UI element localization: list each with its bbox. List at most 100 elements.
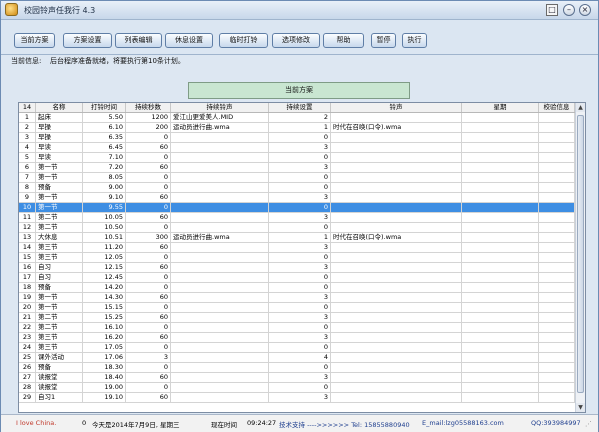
restore-icon[interactable]: □ <box>546 4 558 16</box>
minimize-icon[interactable]: – <box>563 4 575 16</box>
table-row[interactable]: 5 早读 7.10 0 0 <box>19 153 575 163</box>
toolbar: 当前方案 方案设置 列表编辑 休息设置 临时打铃 选项修改 帮助 暂停 执行 <box>1 20 598 54</box>
row-setting: 0 <box>269 133 331 143</box>
table-row[interactable]: 20 第一节 15.15 0 0 <box>19 303 575 313</box>
row-setting: 0 <box>269 203 331 213</box>
table-row[interactable]: 9 第一节 9.10 60 3 <box>19 193 575 203</box>
table-row[interactable]: 27 读报堂 18.40 60 3 <box>19 373 575 383</box>
close-icon[interactable]: × <box>579 4 591 16</box>
row-setting: 0 <box>269 303 331 313</box>
table-row[interactable]: 23 第三节 16.20 60 3 <box>19 333 575 343</box>
row-bell <box>331 203 462 213</box>
help-button[interactable]: 帮助 <box>323 33 364 48</box>
table-row[interactable]: 17 自习 12.45 0 0 <box>19 273 575 283</box>
column-header[interactable]: 打铃时间 <box>83 103 126 112</box>
table-row[interactable]: 19 第一节 14.30 60 3 <box>19 293 575 303</box>
row-index: 8 <box>19 183 36 193</box>
status-zero: 0 <box>82 419 87 427</box>
row-duration: 0 <box>126 183 171 193</box>
table-row[interactable]: 12 第二节 10.50 0 0 <box>19 223 575 233</box>
temporary-ring-button[interactable]: 临时打铃 <box>219 33 268 48</box>
table-row[interactable]: 25 课外活动 17.06 3 4 <box>19 353 575 363</box>
resize-grip-icon[interactable]: ⋰ <box>585 420 595 430</box>
row-bell <box>331 143 462 153</box>
vertical-scrollbar[interactable]: ▲ ▼ <box>575 103 585 412</box>
row-weekday <box>462 263 539 273</box>
column-header[interactable]: 持续设置 <box>269 103 331 112</box>
table-row[interactable]: 24 第三节 17.05 0 0 <box>19 343 575 353</box>
plan-settings-button[interactable]: 方案设置 <box>63 33 112 48</box>
scroll-down-icon[interactable]: ▼ <box>576 403 585 412</box>
row-weekday <box>462 293 539 303</box>
table-row[interactable]: 14 第三节 11.20 60 3 <box>19 243 575 253</box>
pause-button[interactable]: 暂停 <box>371 33 396 48</box>
table-row[interactable]: 8 预备 9.00 0 0 <box>19 183 575 193</box>
column-header[interactable]: 星期 <box>462 103 539 112</box>
table-row[interactable]: 16 自习 12.15 60 3 <box>19 263 575 273</box>
row-time: 19.10 <box>83 393 126 403</box>
table-row[interactable]: 6 第一节 7.20 60 3 <box>19 163 575 173</box>
row-name: 第一节 <box>36 303 83 313</box>
row-duration: 60 <box>126 163 171 173</box>
row-sound <box>171 393 269 403</box>
column-header[interactable]: 持续铃声 <box>171 103 269 112</box>
row-weekday <box>462 373 539 383</box>
schedule-table: 14 名称 打铃时间 持续秒数 持续铃声 持续设置 铃声 星期 校验信息 1 起床 5.50 1200… <box>18 102 586 413</box>
table-row[interactable]: 4 早读 6.45 60 3 <box>19 143 575 153</box>
row-index: 11 <box>19 213 36 223</box>
row-bell <box>331 153 462 163</box>
row-check <box>539 313 575 323</box>
row-check <box>539 183 575 193</box>
row-index: 5 <box>19 153 36 163</box>
column-header[interactable]: 名称 <box>36 103 83 112</box>
row-index: 10 <box>19 203 36 213</box>
row-time: 16.20 <box>83 333 126 343</box>
row-weekday <box>462 333 539 343</box>
row-sound <box>171 343 269 353</box>
break-settings-button[interactable]: 休息设置 <box>165 33 213 48</box>
row-duration: 1200 <box>126 113 171 123</box>
table-row[interactable]: 3 早操 6.35 0 0 <box>19 133 575 143</box>
table-row[interactable]: 2 早操 6.10 200 运动员进行曲.wma 1 时代在召唤(口令).wma <box>19 123 575 133</box>
list-edit-button[interactable]: 列表编辑 <box>115 33 162 48</box>
row-check <box>539 323 575 333</box>
table-row[interactable]: 10 第一节 9.55 0 0 <box>19 203 575 213</box>
row-bell <box>331 303 462 313</box>
table-row[interactable]: 26 预备 18.30 0 0 <box>19 363 575 373</box>
current-plan-banner: 当前方案 <box>188 82 410 99</box>
row-check <box>539 363 575 373</box>
column-header[interactable]: 校验信息 <box>539 103 575 112</box>
scroll-thumb[interactable] <box>577 115 584 393</box>
current-plan-button[interactable]: 当前方案 <box>14 33 55 48</box>
row-time: 12.05 <box>83 253 126 263</box>
column-header[interactable]: 14 <box>19 103 36 112</box>
table-row[interactable]: 15 第三节 12.05 0 0 <box>19 253 575 263</box>
row-bell <box>331 183 462 193</box>
row-index: 15 <box>19 253 36 263</box>
table-row[interactable]: 22 第二节 16.10 0 0 <box>19 323 575 333</box>
scroll-up-icon[interactable]: ▲ <box>576 103 585 112</box>
row-setting: 0 <box>269 153 331 163</box>
table-row[interactable]: 29 自习1 19.10 60 3 <box>19 393 575 403</box>
table-row[interactable]: 11 第二节 10.05 60 3 <box>19 213 575 223</box>
row-index: 7 <box>19 173 36 183</box>
row-weekday <box>462 183 539 193</box>
column-header[interactable]: 持续秒数 <box>126 103 171 112</box>
table-row[interactable]: 21 第二节 15.25 60 3 <box>19 313 575 323</box>
row-index: 27 <box>19 373 36 383</box>
table-row[interactable]: 13 大休息 10.51 300 运动员进行曲.wma 1 时代在召唤(口令).wma <box>19 233 575 243</box>
options-button[interactable]: 选项修改 <box>272 33 320 48</box>
table-row[interactable]: 28 读报堂 19.00 0 0 <box>19 383 575 393</box>
row-bell: 时代在召唤(口令).wma <box>331 233 462 243</box>
table-row[interactable]: 18 预备 14.20 0 0 <box>19 283 575 293</box>
row-check <box>539 393 575 403</box>
row-index: 1 <box>19 113 36 123</box>
table-row[interactable]: 1 起床 5.50 1200 爱江山更爱美人.MID 2 <box>19 113 575 123</box>
row-time: 9.00 <box>83 183 126 193</box>
row-sound <box>171 203 269 213</box>
column-header[interactable]: 铃声 <box>331 103 462 112</box>
table-row[interactable]: 7 第一节 8.05 0 0 <box>19 173 575 183</box>
execute-button[interactable]: 执行 <box>402 33 427 48</box>
row-bell <box>331 333 462 343</box>
row-bell <box>331 253 462 263</box>
